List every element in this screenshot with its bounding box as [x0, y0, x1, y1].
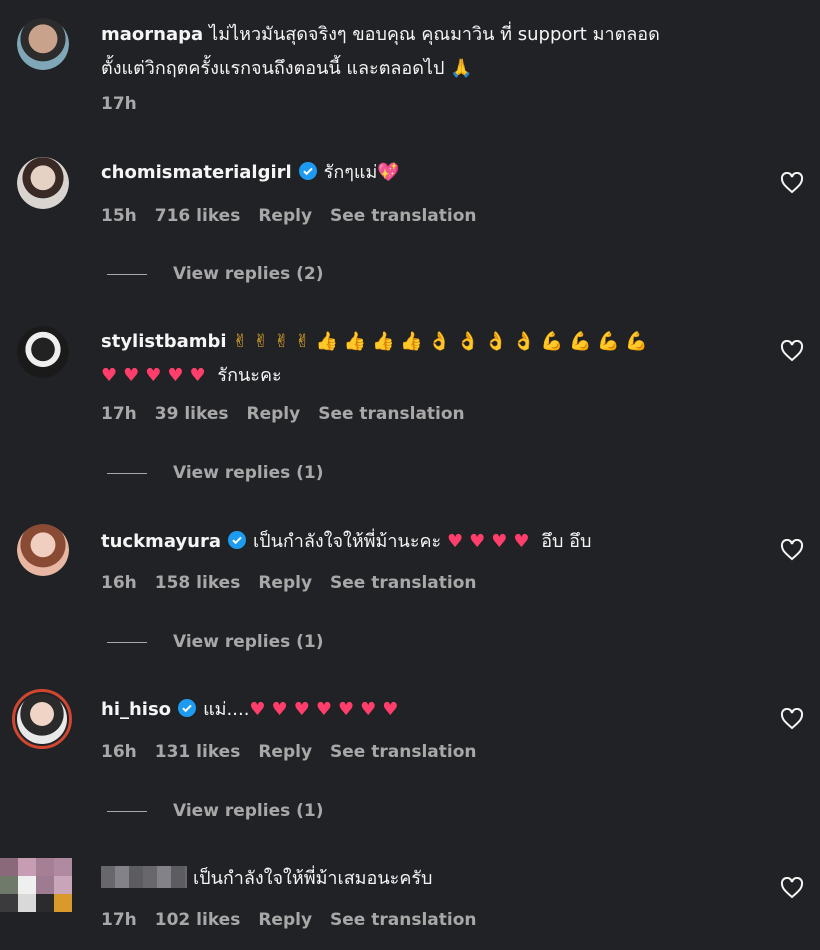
view-replies-button[interactable]: View replies (2) [107, 264, 324, 284]
timestamp: 16h [101, 742, 137, 762]
replies-divider [107, 641, 147, 643]
comment-text: เป็นกำลังใจให้พี่ม้านะคะ [252, 531, 442, 552]
timestamp: 17h [101, 94, 137, 114]
timestamp: 17h [101, 910, 137, 930]
see-translation-link[interactable]: See translation [330, 206, 476, 226]
see-translation-link[interactable]: See translation [330, 910, 476, 930]
like-heart-icon[interactable] [780, 172, 804, 194]
like-heart-icon[interactable] [780, 340, 804, 362]
comment-text: ไม่ไหวมันสุดจริงๆ ขอบคุณ คุณมาวิน ที่ su… [209, 24, 660, 45]
comment-text: รักๆแม่💖 [323, 162, 400, 183]
comment-username[interactable]: chomismaterialgirl [101, 162, 292, 183]
comment-username[interactable]: hi_hiso [101, 699, 171, 720]
reply-button[interactable]: Reply [258, 573, 312, 593]
verified-badge-icon [298, 162, 317, 180]
view-replies-button[interactable]: View replies (1) [107, 801, 324, 821]
reply-button[interactable]: Reply [247, 404, 301, 424]
verified-badge-icon [178, 699, 197, 717]
replies-divider [107, 810, 147, 812]
likes-count[interactable]: 102 likes [155, 910, 241, 930]
comment-meta: 17h [101, 94, 155, 114]
timestamp: 17h [101, 404, 137, 424]
comment-meta: 16h 158 likes Reply See translation [101, 573, 495, 593]
comment-hearts: ♥♥♥♥♥ [101, 365, 212, 386]
likes-count[interactable]: 131 likes [155, 742, 241, 762]
comment-text-after: อึบ อึบ [541, 531, 592, 552]
comment-emoji-text: ✌ ✌ ✌ ✌ 👍 👍 👍 👍 👌 👌 👌 👌 💪 💪 💪 💪 [232, 331, 648, 352]
avatar[interactable] [17, 326, 69, 378]
likes-count[interactable]: 39 likes [155, 404, 229, 424]
likes-count[interactable]: 716 likes [155, 206, 241, 226]
comment-hearts: ♥♥♥♥ [446, 531, 536, 552]
view-replies-button[interactable]: View replies (1) [107, 632, 324, 652]
avatar[interactable] [17, 524, 69, 576]
comment-meta: 17h 102 likes Reply See translation [101, 910, 495, 930]
like-heart-icon[interactable] [780, 539, 804, 561]
view-replies-label: View replies (2) [173, 264, 324, 284]
comment-username[interactable]: stylistbambi [101, 331, 227, 352]
view-replies-label: View replies (1) [173, 801, 324, 821]
likes-count[interactable]: 158 likes [155, 573, 241, 593]
see-translation-link[interactable]: See translation [330, 573, 476, 593]
see-translation-link[interactable]: See translation [318, 404, 464, 424]
comment-text: เป็นกำลังใจให้พี่ม้าเสมอนะครับ [193, 868, 433, 889]
comment-username[interactable]: tuckmayura [101, 531, 221, 552]
comment-meta: 16h 131 likes Reply See translation [101, 742, 495, 762]
avatar[interactable] [17, 157, 69, 209]
reply-button[interactable]: Reply [258, 910, 312, 930]
comment-text-line2: รักนะคะ [217, 365, 282, 386]
see-translation-link[interactable]: See translation [330, 742, 476, 762]
comment-hearts: ♥♥♥♥♥♥♥ [249, 699, 405, 720]
avatar-blurred[interactable] [0, 858, 78, 918]
like-heart-icon[interactable] [780, 877, 804, 899]
comment-username-blurred[interactable] [101, 866, 187, 888]
comment-meta: 15h 716 likes Reply See translation [101, 206, 495, 226]
comment-text-line2: ตั้งแต่วิกฤตครั้งแรกจนถึงตอนนี้ และตลอดไ… [101, 58, 473, 79]
reply-button[interactable]: Reply [258, 742, 312, 762]
like-heart-icon[interactable] [780, 708, 804, 730]
reply-button[interactable]: Reply [258, 206, 312, 226]
verified-badge-icon [227, 531, 246, 549]
timestamp: 16h [101, 573, 137, 593]
avatar[interactable] [17, 18, 69, 70]
view-replies-button[interactable]: View replies (1) [107, 463, 324, 483]
comment-username[interactable]: maornapa [101, 24, 203, 45]
avatar-story-ring[interactable] [12, 689, 72, 749]
replies-divider [107, 472, 147, 474]
replies-divider [107, 273, 147, 275]
view-replies-label: View replies (1) [173, 632, 324, 652]
comment-meta: 17h 39 likes Reply See translation [101, 404, 483, 424]
timestamp: 15h [101, 206, 137, 226]
comment-text: แม่.... [203, 699, 250, 720]
view-replies-label: View replies (1) [173, 463, 324, 483]
